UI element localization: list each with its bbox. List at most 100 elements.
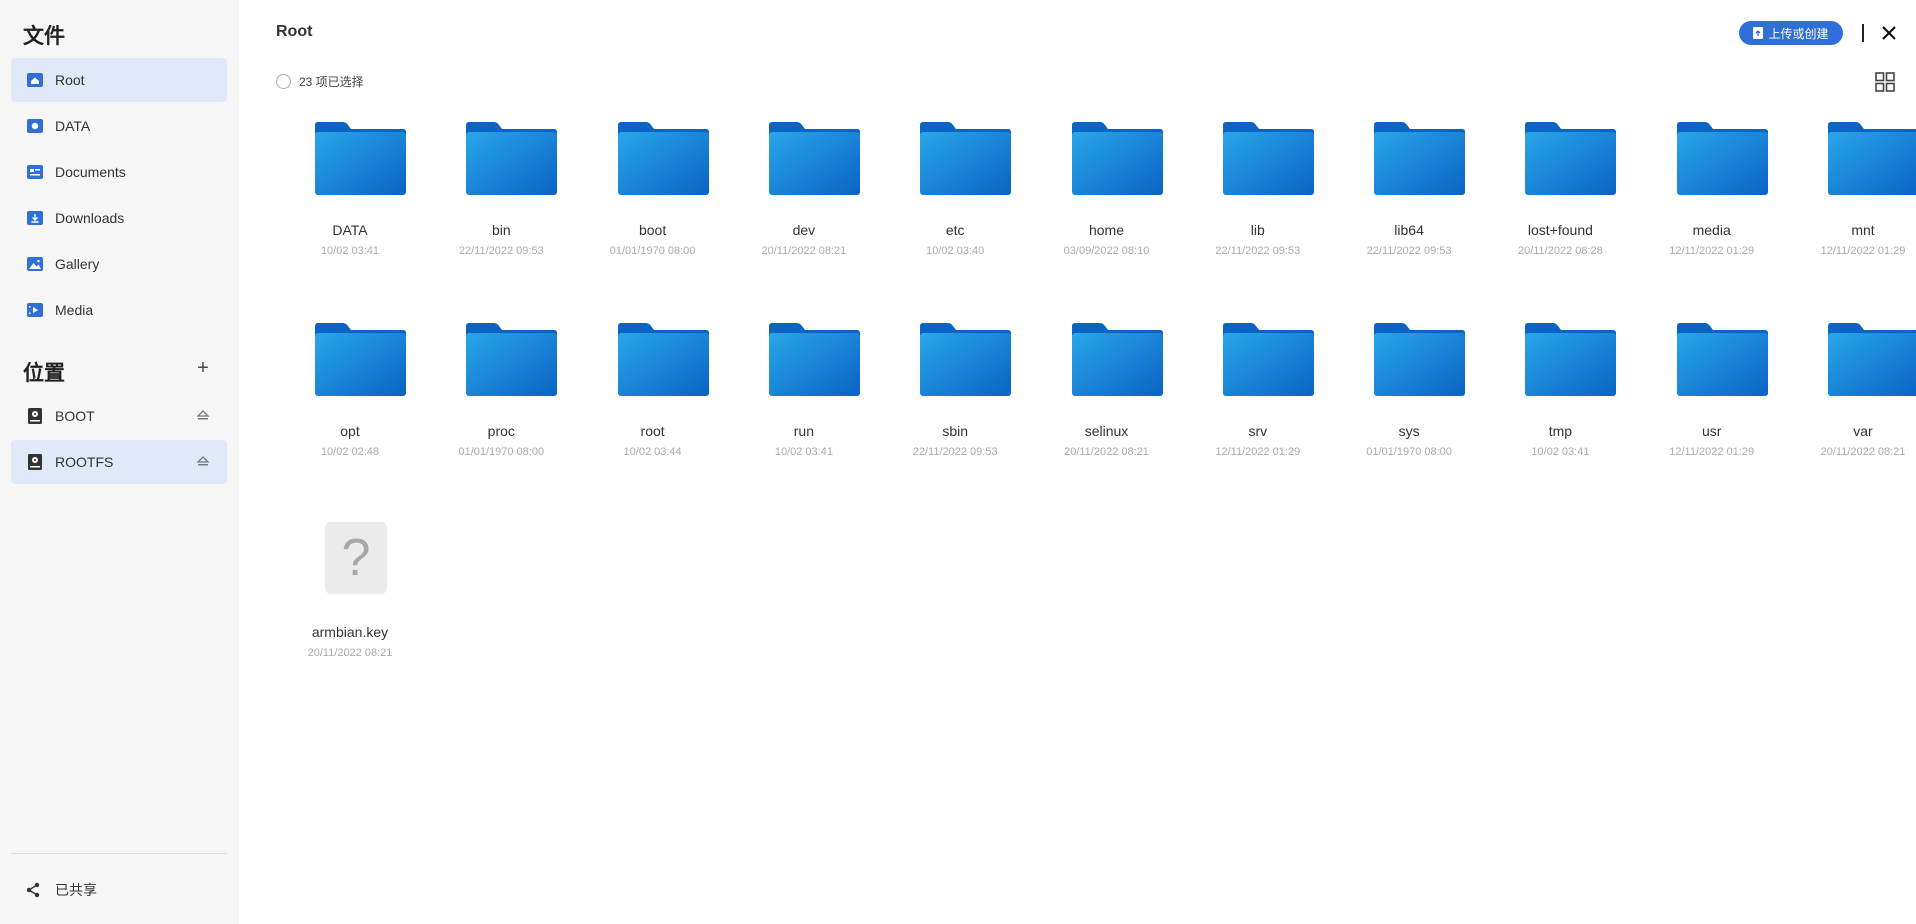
folder-icon [617, 122, 709, 195]
shared-link[interactable]: 已共享 [25, 878, 97, 902]
sidebar-item-root[interactable]: Root [11, 58, 227, 102]
sidebar-item-documents[interactable]: Documents [11, 150, 227, 194]
file-date: 20/11/2022 08:21 [761, 245, 847, 257]
file-name: mnt [1851, 222, 1875, 238]
file-date: 22/11/2022 09:53 [458, 245, 544, 257]
file-date: 10/02 03:41 [320, 245, 380, 257]
file-tile[interactable]: etc 10/02 03:40 [885, 120, 1025, 310]
sidebar-item-media[interactable]: Media [11, 288, 227, 332]
file-date: 01/01/1970 08:00 [609, 245, 696, 257]
drive-icon [28, 454, 42, 470]
file-name: boot [638, 222, 667, 238]
file-tile[interactable]: sbin 22/11/2022 09:53 [885, 321, 1025, 511]
file-name: run [793, 423, 814, 439]
file-date: 20/11/2022 08:28 [1517, 245, 1603, 257]
grid-view-icon[interactable] [1874, 71, 1896, 93]
folder-icon [1676, 323, 1768, 396]
file-name: sys [1398, 423, 1420, 439]
file-date: 12/11/2022 01:29 [1820, 245, 1906, 257]
file-tile[interactable]: srv 12/11/2022 01:29 [1188, 321, 1328, 511]
close-icon[interactable] [1877, 21, 1901, 45]
file-name: var [1853, 423, 1873, 439]
eject-icon[interactable] [196, 454, 210, 468]
share-icon [26, 882, 40, 898]
header-divider [1862, 24, 1864, 42]
sidebar-item-gallery[interactable]: Gallery [11, 242, 227, 286]
folder-icon [768, 323, 860, 396]
sidebar-item-data[interactable]: DATA [11, 104, 227, 148]
file-date: 12/11/2022 01:29 [1215, 446, 1301, 458]
file-tile[interactable]: run 10/02 03:41 [734, 321, 874, 511]
file-tile[interactable]: selinux 20/11/2022 08:21 [1037, 321, 1177, 511]
folder-icon [1374, 122, 1466, 195]
folder-icon [768, 122, 860, 195]
sidebar-item-label: ROOTFS [55, 454, 114, 470]
file-tile[interactable]: root 10/02 03:44 [583, 321, 723, 511]
file-name: proc [487, 423, 515, 439]
drive-icon [28, 408, 42, 424]
eject-icon[interactable] [196, 408, 210, 422]
file-tile[interactable]: lib 22/11/2022 09:53 [1188, 120, 1328, 310]
sidebar-item-downloads[interactable]: Downloads [11, 196, 227, 240]
upload-icon [1753, 27, 1764, 39]
sidebar-item-label: DATA [55, 118, 91, 134]
file-name: media [1692, 222, 1731, 238]
select-all-toggle[interactable]: 23 项已选择 [276, 73, 364, 90]
folder-icon [1071, 323, 1163, 396]
sidebar: 文件 Root DATA Documents Downloads Gallery… [0, 0, 239, 924]
sidebar-item-rootfs[interactable]: ROOTFS [11, 440, 227, 484]
unknown-file-icon: ? [325, 522, 387, 594]
file-tile[interactable]: usr 12/11/2022 01:29 [1642, 321, 1782, 511]
selection-count: 23 项已选择 [299, 75, 364, 89]
file-tile[interactable]: sys 01/01/1970 08:00 [1339, 321, 1479, 511]
file-tile[interactable]: lib64 22/11/2022 09:53 [1339, 120, 1479, 310]
file-date: 10/02 02:48 [320, 446, 380, 458]
folder-icon [466, 323, 558, 396]
file-tile[interactable]: mnt 12/11/2022 01:29 [1793, 120, 1916, 310]
file-tile[interactable]: opt 10/02 02:48 [280, 321, 420, 511]
folder-icon [920, 323, 1012, 396]
sidebar-item-boot[interactable]: BOOT [11, 394, 227, 438]
file-tile[interactable]: home 03/09/2022 08:10 [1037, 120, 1177, 310]
folder-icon [1222, 122, 1314, 195]
file-date: 03/09/2022 08:10 [1063, 245, 1150, 257]
folder-icon [1374, 323, 1466, 396]
file-date: 10/02 03:41 [1531, 446, 1590, 458]
file-name: bin [491, 222, 511, 238]
file-name: sbin [942, 423, 969, 439]
file-name: lost+found [1527, 222, 1593, 238]
file-date: 01/01/1970 08:00 [1366, 446, 1452, 458]
file-date: 20/11/2022 08:21 [1064, 446, 1149, 458]
file-date: 12/11/2022 01:29 [1669, 245, 1755, 257]
file-tile[interactable]: proc 01/01/1970 08:00 [431, 321, 571, 511]
file-tile[interactable]: tmp 10/02 03:41 [1490, 321, 1630, 511]
sidebar-item-label: Documents [55, 164, 126, 180]
file-name: dev [792, 222, 816, 238]
add-location-button[interactable]: + [193, 358, 213, 378]
select-all-radio[interactable] [276, 74, 291, 89]
file-tile[interactable]: var 20/11/2022 08:21 [1793, 321, 1916, 511]
data-icon [27, 119, 43, 133]
file-name: srv [1248, 423, 1268, 439]
sidebar-divider [11, 853, 227, 854]
upload-or-create-button[interactable]: 上传或创建 [1739, 21, 1843, 45]
file-tile[interactable]: lost+found 20/11/2022 08:28 [1490, 120, 1630, 310]
file-name: opt [340, 423, 360, 439]
files-section-title: 文件 [23, 25, 65, 48]
file-tile[interactable]: dev 20/11/2022 08:21 [734, 120, 874, 310]
file-tile[interactable]: media 12/11/2022 01:29 [1642, 120, 1782, 310]
file-tile[interactable]: DATA 10/02 03:41 [280, 120, 420, 310]
file-name: home [1088, 222, 1125, 238]
file-tile[interactable]: boot 01/01/1970 08:00 [583, 120, 723, 310]
file-date: 01/01/1970 08:00 [458, 446, 545, 458]
media-icon [27, 303, 43, 317]
folder-icon [1525, 122, 1617, 195]
file-date: 22/11/2022 09:53 [1366, 245, 1452, 257]
file-date: 12/11/2022 01:29 [1669, 446, 1755, 458]
folder-icon [1525, 323, 1617, 396]
file-tile[interactable]: ? armbian.key 20/11/2022 08:21 [280, 522, 420, 712]
upload-label: 上传或创建 [1768, 26, 1829, 41]
sidebar-item-label: Root [55, 72, 85, 88]
file-tile[interactable]: bin 22/11/2022 09:53 [431, 120, 571, 310]
sidebar-item-label: Media [55, 302, 94, 318]
